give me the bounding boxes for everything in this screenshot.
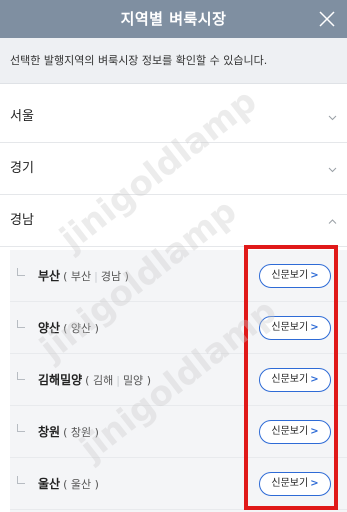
tree-branch-icon (17, 476, 25, 484)
tree-branch-icon (17, 268, 25, 276)
subregion-row-busan: 부산( 부산 | 경남 ) 신문보기 > (10, 250, 347, 302)
region-item-seoul[interactable]: 서울 (0, 91, 347, 143)
region-label: 서울 (10, 109, 34, 124)
subregion-list: 부산( 부산 | 경남 ) 신문보기 > 양산( 양산 ) 신문보기 > 김해밀양( 김… (10, 250, 347, 512)
subregion-row-changwon: 창원( 창원 ) 신문보기 > (10, 406, 347, 458)
tree-branch-icon (17, 424, 25, 432)
region-item-gyeongnam[interactable]: 경남 (0, 195, 347, 247)
view-newspaper-button[interactable]: 신문보기 > (259, 368, 331, 392)
chevron-right-icon: > (310, 478, 319, 489)
chevron-right-icon: > (310, 270, 319, 281)
subregion-row-gimhae-miryang: 김해밀양( 김해 | 밀양 ) 신문보기 > (10, 354, 347, 406)
region-label: 경남 (10, 213, 34, 228)
subregion-row-yangsan: 양산( 양산 ) 신문보기 > (10, 302, 347, 354)
close-icon (319, 11, 335, 27)
tree-branch-icon (17, 320, 25, 328)
subregion-name: 창원( 창원 ) (38, 425, 99, 439)
info-bar: 선택한 발행지역의 벼룩시장 정보를 확인할 수 있습니다. (0, 38, 347, 84)
subregion-areas: ( 김해 | 밀양 ) (85, 374, 151, 387)
subregion-areas: ( 창원 ) (63, 426, 99, 439)
chevron-right-icon: > (310, 322, 319, 333)
subregion-name: 김해밀양( 김해 | 밀양 ) (38, 373, 151, 387)
view-newspaper-button[interactable]: 신문보기 > (259, 420, 331, 444)
subregion-areas: ( 양산 ) (63, 322, 99, 335)
region-label: 경기 (10, 161, 34, 176)
chevron-down-icon (328, 165, 337, 174)
view-newspaper-button[interactable]: 신문보기 > (259, 316, 331, 340)
subregion-name: 울산( 울산 ) (38, 477, 99, 491)
tree-branch-icon (17, 372, 25, 380)
region-item-gyeonggi[interactable]: 경기 (0, 143, 347, 195)
subregion-areas: ( 부산 | 경남 ) (63, 270, 129, 283)
header-bar: 지역별 벼룩시장 (0, 0, 347, 38)
close-button[interactable] (317, 9, 337, 29)
view-newspaper-button[interactable]: 신문보기 > (259, 264, 331, 288)
chevron-up-icon (328, 217, 337, 226)
info-text: 선택한 발행지역의 벼룩시장 정보를 확인할 수 있습니다. (10, 54, 268, 67)
chevron-down-icon (328, 113, 337, 122)
subregion-name: 양산( 양산 ) (38, 321, 99, 335)
view-newspaper-button[interactable]: 신문보기 > (259, 472, 331, 496)
chevron-right-icon: > (310, 426, 319, 437)
subregion-row-ulsan: 울산( 울산 ) 신문보기 > (10, 458, 347, 510)
chevron-right-icon: > (310, 374, 319, 385)
page-title: 지역별 벼룩시장 (120, 10, 227, 28)
subregion-areas: ( 울산 ) (63, 478, 99, 491)
subregion-name: 부산( 부산 | 경남 ) (38, 269, 129, 283)
